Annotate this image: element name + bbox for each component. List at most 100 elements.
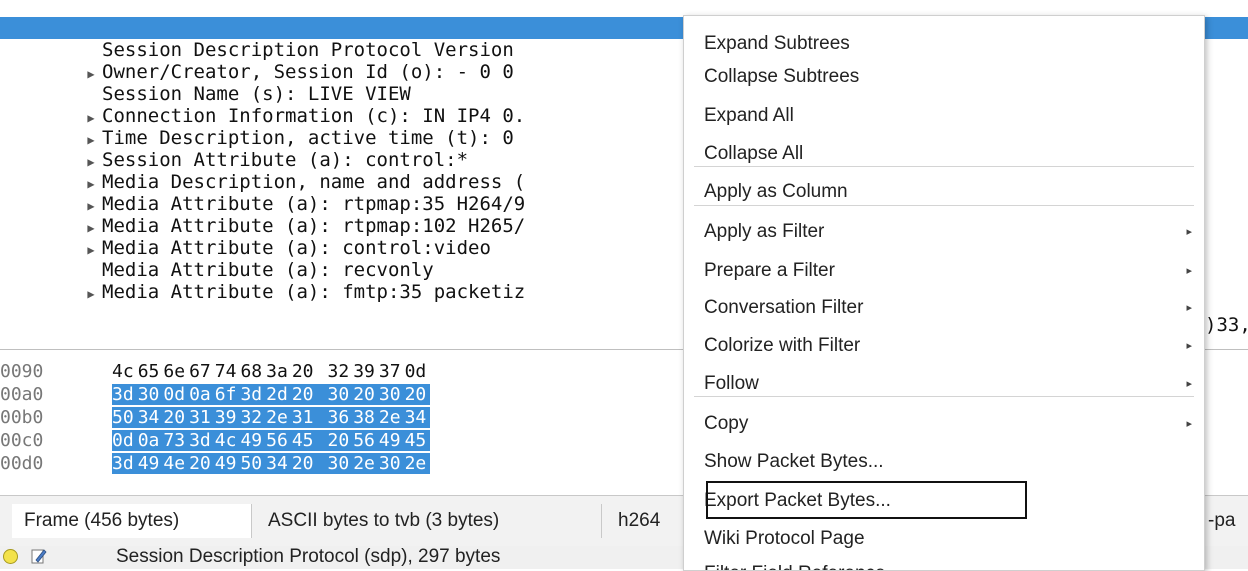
submenu-arrow-icon: ▸ bbox=[1186, 378, 1192, 390]
menu-item-follow[interactable]: Follow ▸ bbox=[684, 366, 1204, 402]
tree-row[interactable]: ▶ Connection Information (c): IN IP4 0. bbox=[0, 105, 525, 127]
hex-byte: 20 bbox=[291, 361, 314, 382]
chevron-right-icon[interactable]: ▶ bbox=[80, 283, 102, 305]
hex-byte: 30 bbox=[327, 384, 354, 405]
hex-byte: 20 bbox=[404, 384, 431, 405]
chevron-right-icon[interactable]: ▶ bbox=[80, 151, 102, 173]
tab-frame[interactable]: Frame (456 bytes) bbox=[12, 504, 252, 538]
chevron-right-icon[interactable]: ▶ bbox=[80, 63, 102, 85]
hex-byte: 38 bbox=[353, 407, 379, 428]
hex-byte: 2d bbox=[266, 384, 292, 405]
menu-item-show-packet-bytes[interactable]: Show Packet Bytes... bbox=[684, 444, 1204, 480]
hex-byte: 4e bbox=[163, 453, 190, 474]
hex-bytes: 4c 65 6e 67 74 68 3a 20 32 39 37 0d bbox=[112, 360, 430, 383]
menu-item-label: Conversation Filter bbox=[704, 297, 864, 318]
hex-byte: 3d bbox=[112, 453, 138, 474]
edit-comment-icon[interactable] bbox=[30, 547, 48, 565]
hex-byte: 20 bbox=[163, 407, 190, 428]
hex-byte: 34 bbox=[266, 453, 292, 474]
hex-byte: 31 bbox=[189, 407, 215, 428]
hex-byte: 56 bbox=[353, 430, 379, 451]
hex-byte: 30 bbox=[137, 384, 164, 405]
hex-byte: 67 bbox=[189, 361, 211, 382]
hex-byte: 2e bbox=[266, 407, 292, 428]
chevron-right-icon[interactable]: ▶ bbox=[80, 239, 102, 261]
tab-ascii-bytes[interactable]: ASCII bytes to tvb (3 bytes) bbox=[256, 504, 602, 538]
menu-item-label: Colorize with Filter bbox=[704, 335, 861, 356]
hex-byte: 34 bbox=[137, 407, 164, 428]
menu-item-label: Follow bbox=[704, 373, 759, 394]
hex-byte: 74 bbox=[214, 361, 237, 382]
hex-byte: 36 bbox=[327, 407, 354, 428]
hex-byte: 0a bbox=[189, 384, 215, 405]
tab-h264[interactable]: h264 bbox=[606, 504, 686, 538]
chevron-right-icon[interactable]: ▶ bbox=[80, 107, 102, 129]
menu-item-copy[interactable]: Copy ▸ bbox=[684, 406, 1204, 442]
tree-row[interactable]: ▶ Time Description, active time (t): 0 bbox=[0, 127, 513, 151]
hex-byte: 34 bbox=[404, 407, 431, 428]
menu-item-expand-subtrees[interactable]: Expand Subtrees bbox=[684, 26, 1204, 62]
tree-row[interactable]: ▶ Media Description, name and address ( bbox=[0, 171, 525, 193]
hex-byte: 49 bbox=[214, 453, 241, 474]
menu-item-expand-all[interactable]: Expand All bbox=[684, 98, 1204, 134]
hex-byte: 2e bbox=[378, 407, 405, 428]
menu-item-collapse-all[interactable]: Collapse All bbox=[684, 136, 1204, 172]
hex-offset: 00b0 bbox=[0, 407, 44, 428]
tree-row[interactable]: Session Name (s): LIVE VIEW bbox=[0, 83, 411, 105]
chevron-right-icon[interactable]: ▶ bbox=[80, 129, 102, 151]
hex-byte: 20 bbox=[189, 453, 215, 474]
hex-bytes: 0d 0a 73 3d 4c 49 56 45 20 56 49 45 bbox=[112, 429, 431, 452]
tree-row[interactable]: ▶ Media Attribute (a): rtpmap:102 H265/ bbox=[0, 215, 525, 237]
hex-offset: 00c0 bbox=[0, 430, 44, 451]
hex-byte: 3a bbox=[266, 361, 288, 382]
hex-byte: 56 bbox=[266, 430, 292, 451]
hex-byte: 30 bbox=[378, 384, 405, 405]
hex-bytes: 3d 30 0d 0a 6f 3d 2d 20 30 20 30 20 bbox=[112, 383, 431, 406]
hex-offset: 0090 bbox=[0, 361, 44, 382]
tab-partial[interactable]: -pa bbox=[1204, 504, 1248, 538]
focused-item-outline bbox=[706, 481, 1027, 519]
hex-byte: 65 bbox=[137, 361, 160, 382]
tree-row[interactable]: Session Description Protocol Version bbox=[0, 39, 514, 61]
hex-byte: 30 bbox=[378, 453, 405, 474]
hex-byte: 20 bbox=[291, 384, 328, 405]
hex-byte: 3d bbox=[189, 430, 215, 451]
hex-offset: 00d0 bbox=[0, 453, 44, 474]
menu-item-colorize-with-filter[interactable]: Colorize with Filter ▸ bbox=[684, 328, 1204, 364]
menu-item-apply-as-filter[interactable]: Apply as Filter ▸ bbox=[684, 214, 1204, 250]
chevron-right-icon[interactable]: ▶ bbox=[80, 195, 102, 217]
tree-row[interactable]: ▶ Media Attribute (a): rtpmap:35 H264/9 bbox=[0, 193, 525, 215]
chevron-right-icon[interactable]: ▶ bbox=[80, 173, 102, 195]
tree-row[interactable]: ▶ Session Attribute (a): control:* bbox=[0, 149, 468, 171]
menu-item-label: Filter Field Reference bbox=[704, 556, 886, 570]
truncated-text: )33, bbox=[1205, 314, 1248, 336]
hex-byte: 20 bbox=[353, 384, 379, 405]
menu-item-filter-field-reference[interactable]: Filter Field Reference bbox=[684, 556, 1204, 570]
tree-row[interactable]: ▶ Owner/Creator, Session Id (o): - 0 0 bbox=[0, 61, 513, 85]
hex-byte: 3d bbox=[240, 384, 267, 405]
menu-item-collapse-subtrees[interactable]: Collapse Subtrees bbox=[684, 59, 1204, 95]
menu-item-prepare-a-filter[interactable]: Prepare a Filter ▸ bbox=[684, 253, 1204, 289]
tree-row-label: Media Description, name and address ( bbox=[102, 171, 526, 193]
menu-item-wiki-protocol-page[interactable]: Wiki Protocol Page bbox=[684, 521, 1204, 557]
hex-bytes: 3d 49 4e 20 49 50 34 20 30 2e 30 2e bbox=[112, 452, 431, 475]
submenu-arrow-icon: ▸ bbox=[1186, 340, 1192, 352]
menu-item-label: Apply as Column bbox=[704, 181, 848, 202]
hex-byte: 37 bbox=[378, 361, 401, 382]
tree-row-label: Media Attribute (a): rtpmap:102 H265/ bbox=[102, 215, 526, 237]
tree-row[interactable]: ▶ Media Attribute (a): fmtp:35 packetiz bbox=[0, 281, 525, 303]
menu-item-apply-as-column[interactable]: Apply as Column bbox=[684, 174, 1204, 210]
context-menu[interactable]: Expand Subtrees Collapse Subtrees Expand A… bbox=[683, 15, 1205, 571]
expert-info-icon[interactable] bbox=[3, 549, 18, 564]
hex-byte: 0d bbox=[163, 384, 190, 405]
tree-row-label: Session Attribute (a): control:* bbox=[102, 149, 469, 171]
hex-byte: 6f bbox=[214, 384, 241, 405]
menu-item-conversation-filter[interactable]: Conversation Filter ▸ bbox=[684, 290, 1204, 326]
hex-byte: 49 bbox=[137, 453, 164, 474]
tree-row[interactable]: ▶ Media Attribute (a): control:video bbox=[0, 237, 491, 259]
tree-row[interactable]: Media Attribute (a): recvonly bbox=[0, 259, 434, 281]
menu-item-label: Wiki Protocol Page bbox=[704, 528, 865, 549]
chevron-right-icon[interactable]: ▶ bbox=[80, 217, 102, 239]
hex-byte: 31 bbox=[291, 407, 328, 428]
